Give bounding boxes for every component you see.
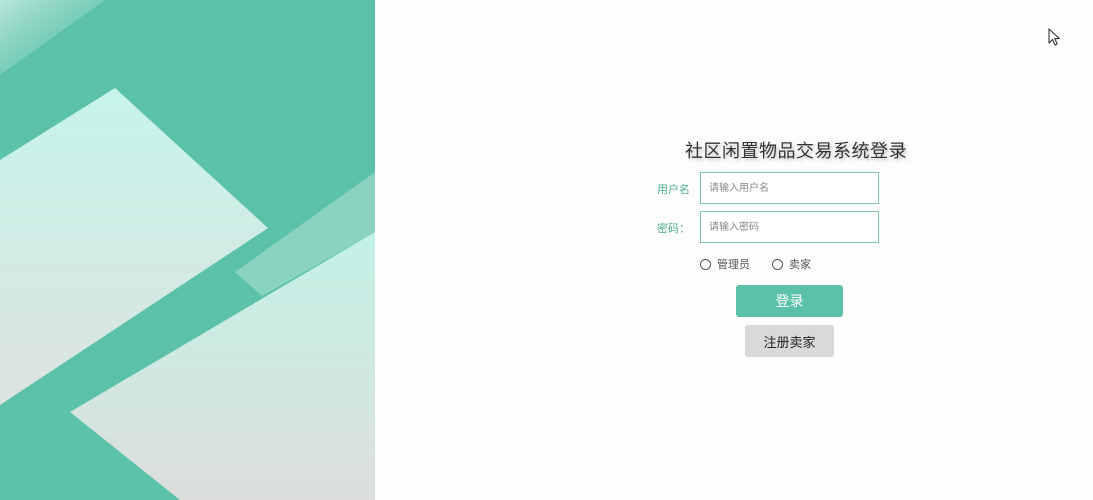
password-input[interactable] <box>700 211 879 243</box>
role-seller-label: 卖家 <box>789 258 811 271</box>
username-label: 用户名 <box>657 183 690 196</box>
username-input[interactable] <box>700 172 879 204</box>
login-panel: 社区闲置物品交易系统登录 用户名 密码： 管理员 卖家 登录 注册卖家 <box>375 0 1093 500</box>
radio-unchecked-icon[interactable] <box>700 258 711 270</box>
role-admin-label: 管理员 <box>717 258 750 271</box>
role-radio-group: 管理员 卖家 <box>700 256 811 272</box>
login-button[interactable]: 登录 <box>736 285 843 317</box>
role-admin-radio[interactable]: 管理员 <box>700 256 750 272</box>
radio-unchecked-icon[interactable] <box>772 258 783 270</box>
password-label: 密码： <box>657 222 690 235</box>
page-title: 社区闲置物品交易系统登录 <box>685 141 907 162</box>
mouse-pointer-icon <box>1048 28 1061 46</box>
decorative-geometric-panel <box>0 0 375 500</box>
geometric-background <box>0 0 375 500</box>
register-seller-button[interactable]: 注册卖家 <box>745 325 834 357</box>
role-seller-radio[interactable]: 卖家 <box>772 256 811 272</box>
